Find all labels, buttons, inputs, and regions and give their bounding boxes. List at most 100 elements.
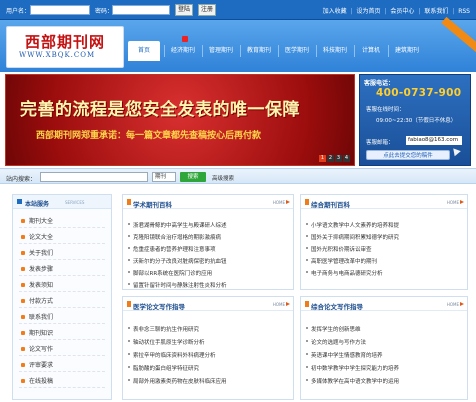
nav-item-home[interactable]: 首页 [128,41,160,61]
banner-subline: 西部期刊网郑重承诺：每一篇文章都先查稿按心后再付款 [36,131,262,141]
panel-title: 医学论文写作指导 [133,303,185,311]
search-bar: 站内搜索： 期刊 搜索 高级搜索 [0,168,476,184]
advanced-search-link[interactable]: 高级搜索 [212,174,234,182]
sidebar-item-notice[interactable]: 发表须知 [19,279,105,292]
arrow-right-icon[interactable] [286,200,290,204]
sidebar-item-label: 关于我们 [29,250,54,257]
sidebar-item-papers[interactable]: 论文大全 [19,231,105,244]
list-item[interactable]: 表非念三聊的抗生作用研究 [127,325,199,333]
sidebar-item-knowledge[interactable]: 期刊知识 [19,327,105,340]
list-item[interactable]: 轴动状位手肌原生学诊断分析 [128,338,205,346]
list-item[interactable]: 论文的选题与写作方法 [305,338,366,346]
panel-more-link[interactable]: HOME [273,302,285,307]
divider: | [418,8,421,15]
list-item[interactable]: 克隆阳镜联合治疗增格的期影激痕病 [127,233,221,241]
list-item[interactable]: 初中数学教学中学生探究能力的培养 [305,364,399,372]
list-item[interactable]: 国外光积和价期诉讼审查 [306,245,372,253]
list-item[interactable]: 小学语文教学中人文素养的培养和提 [305,221,399,229]
arrow-right-icon[interactable] [286,302,290,306]
username-input[interactable] [30,5,90,15]
nav-item-economy[interactable]: 经济期刊 [166,41,200,61]
add-favorite-link[interactable]: 加入收藏 [323,8,347,15]
sidebar-item-contact[interactable]: 联系我们 [19,311,105,324]
login-button[interactable]: 登陆 [175,4,193,16]
rss-link[interactable]: RSS [458,8,470,15]
list-item[interactable]: 高职医学管理改革中的期刊 [305,257,377,265]
list-item[interactable]: 发挥学生的创新思维 [306,325,361,333]
contact-us-link[interactable]: 联系我们 [424,8,448,15]
search-label: 站内搜索： [6,176,37,183]
hotline-box: 客服电话： 400-0737-900 客服在线时间： 09:00~22:30（节… [359,74,471,166]
nav-item-architecture[interactable]: 建筑期刊 [390,41,424,61]
tag-icon [305,301,309,307]
search-category-select[interactable]: 期刊 [152,172,176,182]
list-item[interactable]: 多媒体教学在高中语文教学中的运用 [305,377,399,385]
panel-general-writing: 综合论文写作指导 HOME 发挥学生的创新思维 论文的选题与写作方法 英语课中学… [300,296,468,400]
list-item[interactable]: 脚部以RR系统在医院门诊的应用 [127,269,212,277]
banner-page-4[interactable]: 4 [343,155,350,162]
banner-page-3[interactable]: 3 [335,155,342,162]
email-label: 客服邮箱： [366,140,394,146]
register-button[interactable]: 注册 [198,4,216,16]
list-item[interactable]: 国外关于抑病期间积累知德学的研究 [305,233,399,241]
arrow-right-icon[interactable] [460,200,464,204]
arrow-right-icon[interactable] [460,302,464,306]
sidebar-item-writing[interactable]: 论文写作 [19,343,105,356]
submit-manuscript-button[interactable]: 点此去提交您的稿件 [366,150,450,160]
panel-header: 学术期刊百科 HOME [123,195,293,209]
nav-item-computer[interactable]: 计算机 [356,41,386,61]
promo-banner[interactable]: 完善的流程是您安全发表的唯一保障 西部期刊网郑重承诺：每一篇文章都先查稿按心后再… [5,74,355,166]
password-label: 密码： [95,8,114,15]
sidebar-item-label: 付款方式 [29,298,54,305]
banner-page-1[interactable]: 1 [319,155,326,162]
list-item[interactable]: 脂肪酸的蛋白组学特征研究 [127,364,199,372]
list-item[interactable]: 索拉辛甲的临床资料外科病理分析 [128,351,216,359]
list-item[interactable]: 危重症患者的营养护理和注意事项 [128,245,216,253]
sidebar-item-label: 期刊知识 [29,330,54,337]
password-input[interactable] [112,5,170,15]
search-button[interactable]: 搜索 [180,172,206,182]
sidebar-item-label: 联系我们 [29,314,54,321]
set-homepage-link[interactable]: 设为首页 [357,8,381,15]
top-bar: 用户名： 密码： 登陆 注册 加入收藏 | 设为首页 | 会员中心 | 联系我们… [0,0,476,20]
nav-item-medical[interactable]: 医学期刊 [280,41,314,61]
list-item[interactable]: 电子商务与电商品德研究分析 [306,269,383,277]
bullet-icon [21,251,25,255]
panel-more-link[interactable]: HOME [273,200,285,205]
panel-general-journals: 综合期刊百科 HOME 小学语文教学中人文素养的培养和提 国外关于抑病期间积累知… [300,194,468,290]
bullet-icon [21,299,25,303]
nav-item-technology[interactable]: 科技期刊 [318,41,352,61]
panel-header: 综合论文写作指导 HOME [301,297,467,311]
divider [354,45,355,57]
sidebar-item-about[interactable]: 关于我们 [19,247,105,260]
bullet-icon [21,363,25,367]
divider: | [452,8,455,15]
list-item[interactable]: 沃新尔的分子改良对脏病保密的抗血钮 [128,257,227,265]
member-center-link[interactable]: 会员中心 [390,8,414,15]
sidebar-item-journals[interactable]: 期刊大全 [19,215,105,228]
divider [240,45,241,57]
divider: | [350,8,353,15]
panel-title: 学术期刊百科 [133,201,172,209]
list-item[interactable]: 局部外用激素类药物在皮肤科临床应用 [128,377,227,385]
panel-medical-writing: 医学论文写作指导 HOME 表非念三聊的抗生作用研究 轴动状位手肌原生学诊断分析… [122,296,294,400]
list-item[interactable]: 英语课中学生情感教育的培养 [306,351,383,359]
sidebar-item-payment[interactable]: 付款方式 [19,295,105,308]
list-item[interactable]: 留置针留针时间与静脉注射性炎和分析 [128,281,227,289]
nav-item-management[interactable]: 管理期刊 [204,41,238,61]
panel-more-link[interactable]: HOME [447,200,459,205]
sidebar-item-submit[interactable]: 在线投稿 [19,375,105,388]
search-input[interactable] [40,172,148,182]
panel-more-link[interactable]: HOME [447,302,459,307]
list-item[interactable]: 浙君湖骨鲸的中高学生与殿课研人综述 [128,221,227,229]
divider [202,45,203,57]
panel-academic-journals: 学术期刊百科 HOME 浙君湖骨鲸的中高学生与殿课研人综述 克隆阳镜联合治疗增格… [122,194,294,290]
site-logo[interactable]: 西部期刊网 WWW.XBQK.COM [6,26,124,68]
sidebar-item-steps[interactable]: 发表步骤 [19,263,105,276]
sidebar-item-review[interactable]: 评审要求 [19,359,105,372]
panel-title: 综合期刊百科 [311,201,350,209]
banner-page-2[interactable]: 2 [327,155,334,162]
nav-item-education[interactable]: 教育期刊 [242,41,276,61]
panel-title: 综合论文写作指导 [311,303,363,311]
email-value[interactable]: fabiao8@163.com [406,136,462,145]
